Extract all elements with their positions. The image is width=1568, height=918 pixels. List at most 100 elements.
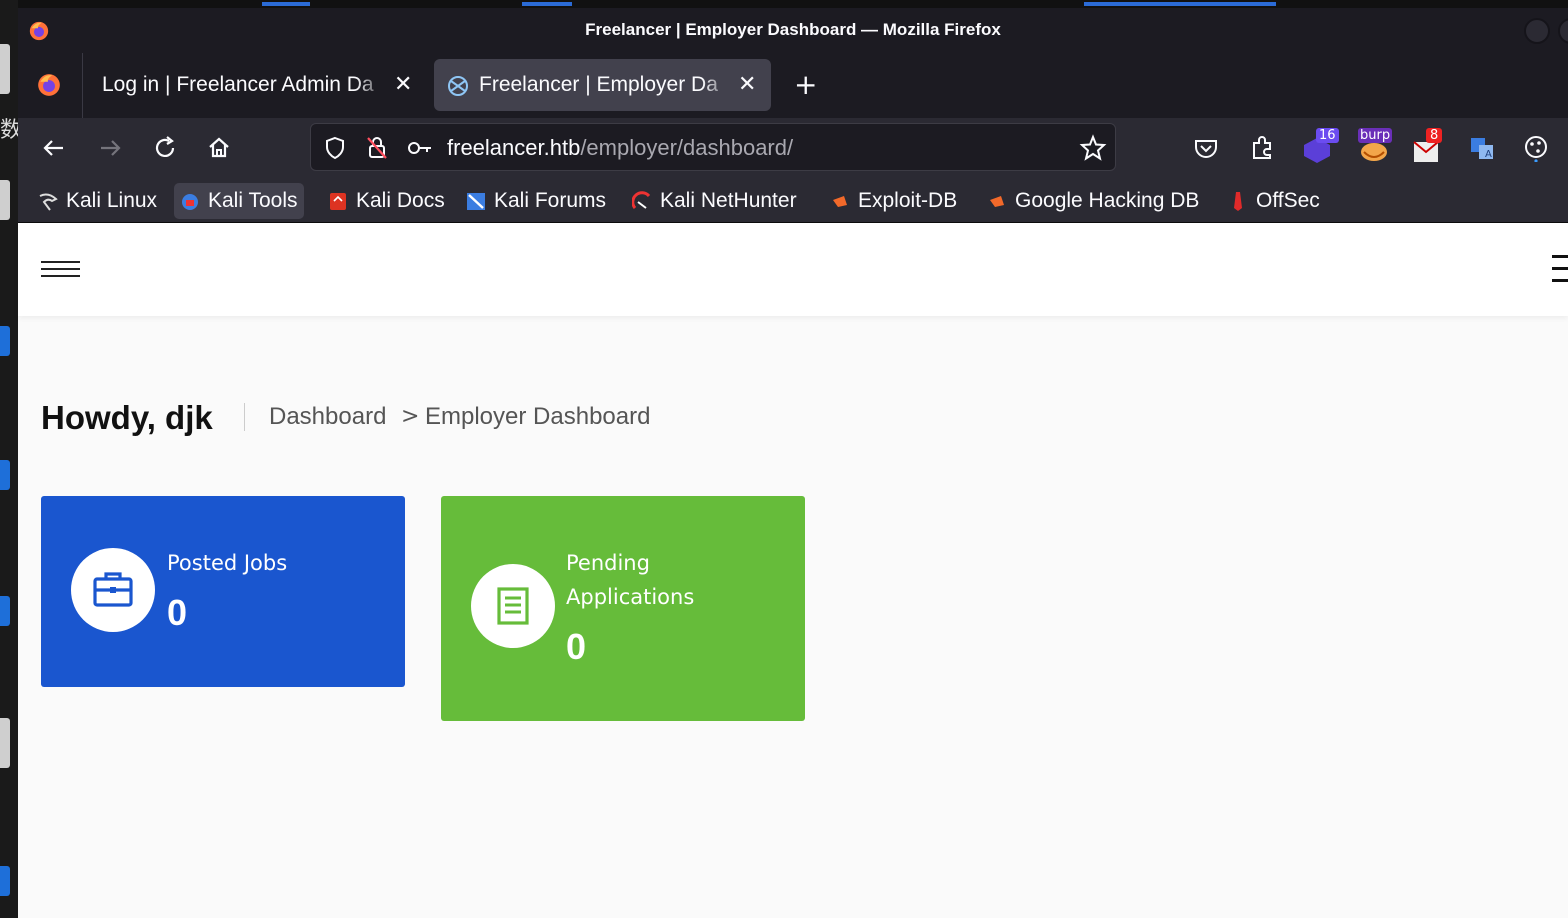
bookmark-google-hacking-db[interactable]: Google Hacking DB [981, 183, 1205, 219]
firefox-view-icon[interactable] [36, 72, 62, 98]
shield-icon[interactable] [323, 136, 347, 160]
extension-icon[interactable]: 16 [1302, 128, 1339, 168]
bookmark-kali-nethunter[interactable]: Kali NetHunter [626, 183, 803, 219]
desktop-top-marker [262, 2, 310, 6]
bookmark-label: Kali Forums [494, 189, 607, 212]
tab-separator [82, 53, 83, 118]
tab-label: Log in | Freelancer Admin Da [102, 73, 374, 96]
burp-extension[interactable]: burp [1356, 128, 1396, 168]
bookmark-label: Exploit-DB [858, 189, 958, 212]
title-bar: Freelancer | Employer Dashboard — Mozill… [18, 8, 1568, 53]
desktop-top-strip [18, 0, 1568, 8]
url-host: freelancer.htb [447, 135, 581, 160]
navigation-toolbar: freelancer.htb/employer/dashboard/ 16 bu… [18, 118, 1568, 178]
card-value: 0 [167, 592, 188, 633]
bookmark-star-icon[interactable] [1079, 134, 1107, 162]
hamburger-line [41, 275, 80, 277]
cookie-extension-icon[interactable] [1522, 134, 1550, 162]
title-divider [244, 403, 245, 431]
desktop-left-strip: 数 [0, 0, 18, 918]
translate-icon[interactable]: A [1468, 134, 1496, 162]
exploit-db-icon [833, 196, 847, 207]
card-label-line1: Pending [566, 551, 650, 575]
desktop-panel-item [0, 596, 10, 626]
desktop-panel-item [0, 44, 10, 94]
page-content: Howdy, djk Dashboard > Employer Dashboar… [18, 223, 1568, 918]
url-path: /employer/dashboard/ [580, 135, 794, 160]
menu-line [1552, 255, 1568, 258]
desktop-panel-item [0, 718, 10, 768]
window-title: Freelancer | Employer Dashboard — Mozill… [585, 20, 1001, 39]
kali-dragon-icon [39, 193, 58, 211]
card-value: 0 [566, 626, 587, 667]
bookmark-label: Google Hacking DB [1015, 189, 1200, 212]
hamburger-line [41, 261, 80, 263]
back-arrow-icon[interactable] [40, 134, 68, 162]
menu-line [1552, 267, 1568, 270]
kali-tools-icon [182, 194, 198, 210]
bookmark-label: Kali Tools [208, 189, 298, 212]
bookmark-kali-linux[interactable]: Kali Linux [32, 183, 163, 219]
desktop-panel-item [0, 180, 10, 220]
ghdb-icon [990, 196, 1004, 207]
kali-docs-icon [330, 193, 346, 210]
card-icon-circle [471, 564, 555, 648]
new-tab-button[interactable]: + [794, 71, 817, 99]
key-icon[interactable] [407, 137, 433, 159]
menu-line [1552, 279, 1568, 282]
desktop-top-marker [522, 2, 572, 6]
firefox-window: Freelancer | Employer Dashboard — Mozill… [18, 8, 1568, 918]
document-icon [497, 587, 529, 625]
breadcrumb-employer-dashboard: Employer Dashboard [425, 403, 651, 430]
url-text[interactable]: freelancer.htb/employer/dashboard/ [447, 135, 793, 161]
bookmark-label: Kali NetHunter [660, 189, 797, 212]
nethunter-icon [632, 191, 651, 209]
insecure-lock-icon[interactable] [365, 135, 389, 161]
url-bar[interactable]: freelancer.htb/employer/dashboard/ [310, 123, 1116, 171]
right-menu-icon[interactable] [1550, 255, 1568, 285]
bookmark-offsec[interactable]: OffSec [1222, 183, 1326, 219]
desktop-panel-item [0, 326, 10, 356]
forward-arrow-icon[interactable] [96, 134, 124, 162]
globe-favicon-icon [448, 76, 468, 96]
breadcrumb-separator-icon: > [401, 404, 420, 429]
tab-bar: Log in | Freelancer Admin Da ✕ Freelance… [18, 53, 1568, 118]
tab-fade [356, 59, 386, 111]
tab-employer-dashboard[interactable]: Freelancer | Employer Da ✕ [434, 59, 771, 111]
bookmark-kali-tools[interactable]: Kali Tools [174, 183, 304, 219]
desktop-glyph: 数 [0, 118, 18, 143]
pocket-icon[interactable] [1192, 134, 1220, 162]
tab-label: Freelancer | Employer Da [479, 73, 718, 96]
breadcrumb-dashboard[interactable]: Dashboard [269, 403, 386, 431]
svg-text:A: A [1485, 149, 1492, 160]
window-control-button[interactable] [1524, 18, 1550, 44]
home-icon[interactable] [205, 134, 233, 162]
hamburger-menu-icon[interactable] [41, 261, 81, 281]
page-title: Howdy, djk [41, 399, 213, 436]
tab-fade [702, 59, 732, 111]
bookmark-label: Kali Docs [356, 189, 445, 212]
desktop-top-marker [1084, 2, 1276, 6]
reload-icon[interactable] [151, 134, 179, 162]
extensions-puzzle-icon[interactable] [1248, 134, 1276, 162]
offsec-icon [1234, 192, 1242, 211]
hamburger-line [41, 268, 80, 270]
posted-jobs-card[interactable]: Posted Jobs 0 [41, 496, 405, 687]
bookmark-kali-docs[interactable]: Kali Docs [322, 183, 451, 219]
site-header [18, 223, 1568, 316]
kali-forums-icon [467, 193, 485, 210]
briefcase-icon [93, 572, 133, 607]
pending-applications-card[interactable]: Pending Applications 0 [441, 496, 805, 721]
bookmarks-toolbar: Kali Linux Kali Tools Kali Docs Kali For… [18, 178, 1568, 223]
bookmark-label: Kali Linux [66, 189, 158, 212]
burp-badge: burp [1358, 128, 1393, 143]
card-label-line2: Applications [566, 585, 695, 609]
extension-badge: 16 [1316, 128, 1339, 143]
mail-extension[interactable]: 8 [1412, 128, 1448, 168]
bookmark-kali-forums[interactable]: Kali Forums [460, 183, 612, 219]
bookmark-exploit-db[interactable]: Exploit-DB [824, 183, 963, 219]
burp-icon [1361, 143, 1387, 161]
tab-login[interactable]: Log in | Freelancer Admin Da ✕ [90, 59, 420, 111]
close-icon[interactable]: ✕ [394, 71, 412, 97]
close-icon[interactable]: ✕ [738, 71, 756, 97]
